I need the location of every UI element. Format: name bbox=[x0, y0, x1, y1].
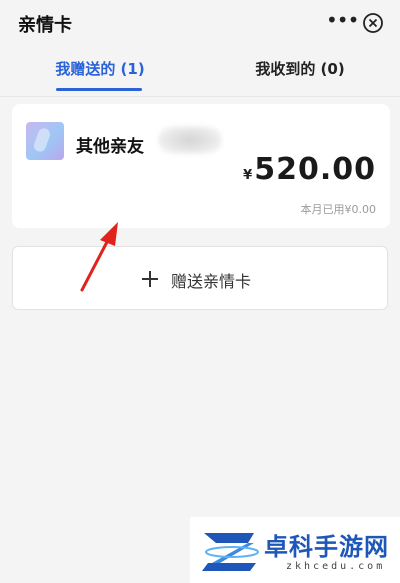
gift-family-card-button[interactable]: 赠送亲情卡 bbox=[12, 246, 388, 310]
card-thumbnail bbox=[26, 122, 64, 160]
watermark-domain: zkhcedu.com bbox=[286, 561, 386, 572]
top-bar: 亲情卡 ••• bbox=[0, 0, 400, 46]
watermark-logo-icon bbox=[202, 533, 259, 571]
gift-family-card-label: 赠送亲情卡 bbox=[171, 272, 252, 291]
close-icon[interactable] bbox=[362, 12, 384, 34]
family-card-item[interactable]: 其他亲友 ¥520.00 本月已用¥0.00 bbox=[12, 104, 390, 228]
more-options-icon[interactable]: ••• bbox=[326, 10, 359, 34]
red-arrow-annotation bbox=[80, 222, 118, 292]
recipient-name: 其他亲友 bbox=[76, 137, 144, 157]
page-title: 亲情卡 bbox=[18, 15, 72, 36]
currency-symbol: ¥ bbox=[243, 168, 253, 183]
tab-received[interactable]: 我收到的 (0) bbox=[240, 58, 360, 79]
watermark: 卓科手游网 zkhcedu.com bbox=[190, 517, 400, 583]
active-tab-indicator bbox=[56, 88, 142, 91]
blurred-recipient-name bbox=[158, 126, 222, 154]
watermark-text: 卓科手游网 bbox=[264, 532, 389, 561]
card-amount: 520.00 bbox=[254, 152, 376, 187]
tab-sent[interactable]: 我赠送的 (1) bbox=[40, 58, 160, 79]
card-amount-row: ¥520.00 bbox=[243, 152, 376, 187]
plus-icon bbox=[142, 271, 158, 287]
monthly-used-text: 本月已用¥0.00 bbox=[300, 203, 377, 216]
